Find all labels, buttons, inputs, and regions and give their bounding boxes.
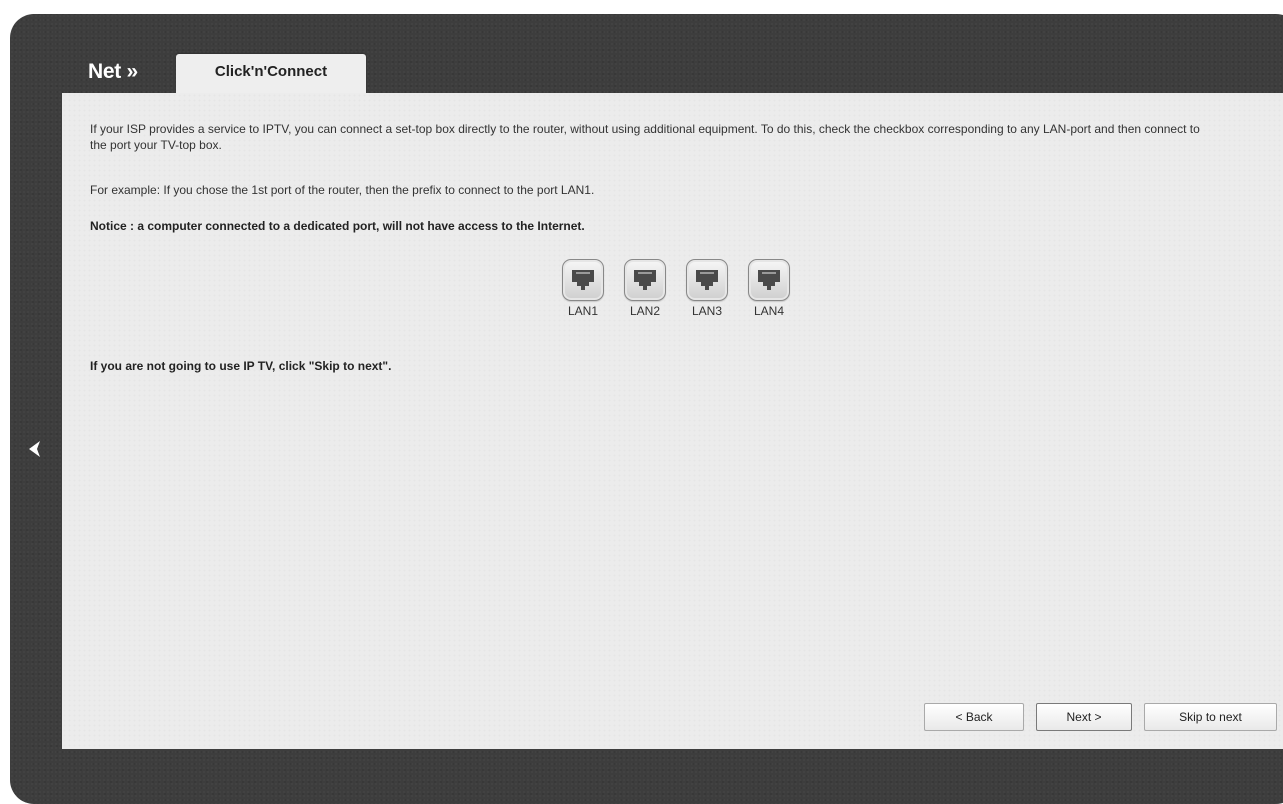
- notice-text: Notice : a computer connected to a dedic…: [90, 219, 585, 233]
- lan-port-label: LAN4: [753, 304, 785, 318]
- lan-port-1[interactable]: LAN1: [553, 259, 613, 318]
- example-text: For example: If you chose the 1st port o…: [90, 183, 595, 197]
- ethernet-port-icon[interactable]: [562, 259, 604, 301]
- ethernet-port-icon[interactable]: [686, 259, 728, 301]
- back-button[interactable]: < Back: [924, 703, 1024, 731]
- lan-port-3[interactable]: LAN3: [677, 259, 737, 318]
- lan-port-label: LAN3: [691, 304, 723, 318]
- lan-port-selector: LAN1 LAN2 LAN3 LAN4: [553, 259, 799, 318]
- intro-text: If your ISP provides a service to IPTV, …: [90, 122, 1200, 152]
- lan-port-2[interactable]: LAN2: [615, 259, 675, 318]
- breadcrumb-net[interactable]: Net »: [88, 60, 138, 84]
- ethernet-port-icon[interactable]: [748, 259, 790, 301]
- main-panel: If your ISP provides a service to IPTV, …: [62, 93, 1283, 749]
- skip-note-text: If you are not going to use IP TV, click…: [90, 359, 392, 373]
- top-strip: [0, 0, 1283, 14]
- next-button[interactable]: Next >: [1036, 703, 1132, 731]
- lan-port-label: LAN1: [567, 304, 599, 318]
- ethernet-port-icon[interactable]: [624, 259, 666, 301]
- chevron-left-icon[interactable]: [24, 438, 46, 460]
- lan-port-label: LAN2: [629, 304, 661, 318]
- tab-click-n-connect[interactable]: Click'n'Connect: [176, 54, 366, 94]
- skip-to-next-button[interactable]: Skip to next: [1144, 703, 1277, 731]
- lan-port-4[interactable]: LAN4: [739, 259, 799, 318]
